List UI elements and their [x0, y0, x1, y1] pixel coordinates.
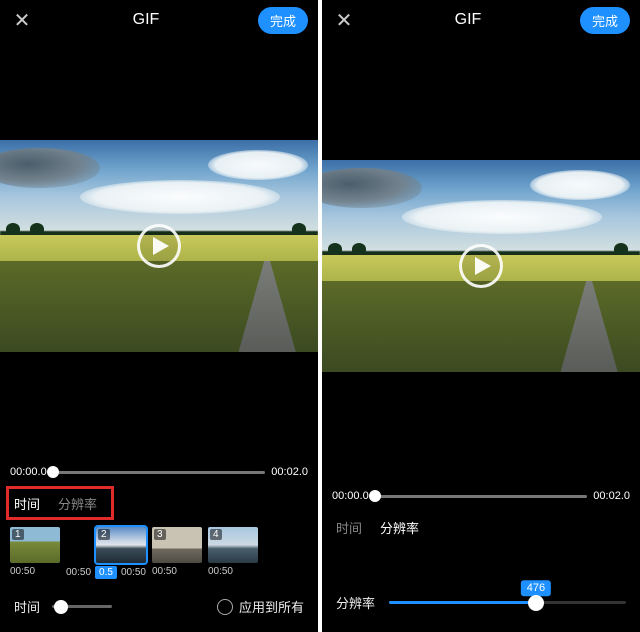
controls-area: 00:00.0 00:02.0 时间 分辨率 100:50200:500.500…: [0, 352, 318, 632]
tab-resolution[interactable]: 分辨率: [380, 518, 419, 537]
time-end: 00:02.0: [593, 490, 630, 502]
tab-time[interactable]: 时间: [336, 518, 362, 537]
spacer: [322, 40, 640, 160]
close-icon[interactable]: ✕: [10, 8, 34, 33]
video-preview[interactable]: [322, 160, 640, 372]
thumbnail[interactable]: 2 00:500.500:50: [66, 527, 146, 579]
spacer: [0, 40, 318, 140]
thumbnail-duration: 00:50: [10, 566, 35, 577]
time-slider[interactable]: [52, 605, 112, 608]
thumbnail[interactable]: 4 00:50: [208, 527, 258, 577]
time-slider-knob[interactable]: [54, 600, 68, 614]
thumbnail-index: 4: [210, 529, 222, 540]
play-icon[interactable]: [459, 244, 503, 288]
thumbnail[interactable]: 1 00:50: [10, 527, 60, 577]
thumbnail-image[interactable]: 4: [208, 527, 258, 563]
thumbnail-index: 3: [154, 529, 166, 540]
thumbnail-index: 1: [12, 529, 24, 540]
timeline: 00:00.0 00:02.0: [0, 460, 318, 486]
apply-all-label: 应用到所有: [239, 597, 304, 616]
apply-all-toggle[interactable]: 应用到所有: [217, 597, 304, 616]
page-title: GIF: [455, 11, 482, 29]
controls-area: 00:00.0 00:02.0 时间 分辨率 分辨率 476: [322, 372, 640, 632]
timeline: 00:00.0 00:02.0: [322, 484, 640, 510]
video-preview[interactable]: [0, 140, 318, 352]
tab-resolution[interactable]: 分辨率: [58, 494, 97, 513]
header: ✕ GIF 完成: [0, 0, 318, 40]
bottom-controls: 时间 应用到所有: [0, 589, 318, 632]
left-screen: ✕ GIF 完成 00:00.0 00:02.0 时间 分辨率 1 00:50 2 0…: [0, 0, 318, 632]
play-icon[interactable]: [137, 224, 181, 268]
timeline-knob[interactable]: [369, 490, 381, 502]
thumbnail-duration: 00:500.500:50: [66, 566, 146, 579]
time-label: 时间: [14, 597, 40, 616]
resolution-label: 分辨率: [336, 593, 375, 612]
page-title: GIF: [133, 11, 160, 29]
thumbnail-index: 2: [98, 529, 110, 540]
resolution-knob[interactable]: [528, 595, 544, 611]
thumbnail-strip: 1 00:50 2 00:500.500:50 3 00:50 4 00:50: [0, 523, 318, 589]
done-button[interactable]: 完成: [580, 7, 630, 34]
thumbnail-duration: 00:50: [152, 566, 177, 577]
thumbnail-image[interactable]: 3: [152, 527, 202, 563]
radio-unchecked-icon: [217, 599, 233, 615]
tab-time[interactable]: 时间: [14, 494, 40, 513]
timeline-knob[interactable]: [47, 466, 59, 478]
right-screen: ✕ GIF 完成 00:00.0 00:02.0 时间 分辨率 分辨率: [322, 0, 640, 632]
thumbnail-image[interactable]: 1: [10, 527, 60, 563]
time-start: 00:00.0: [10, 466, 47, 478]
timeline-track[interactable]: [375, 495, 588, 498]
close-icon[interactable]: ✕: [332, 8, 356, 33]
resolution-control: 分辨率 476: [322, 577, 640, 632]
time-start: 00:00.0: [332, 490, 369, 502]
done-button[interactable]: 完成: [258, 7, 308, 34]
header: ✕ GIF 完成: [322, 0, 640, 40]
thumbnail-duration: 00:50: [208, 566, 233, 577]
time-end: 00:02.0: [271, 466, 308, 478]
duration-pill: 0.5: [95, 566, 117, 579]
thumbnail-image[interactable]: 2: [96, 527, 146, 563]
timeline-track[interactable]: [53, 471, 266, 474]
resolution-slider[interactable]: 476: [389, 601, 626, 604]
tabs: 时间 分辨率: [322, 510, 640, 547]
tabs: 时间 分辨率: [0, 486, 318, 523]
thumbnail[interactable]: 3 00:50: [152, 527, 202, 577]
